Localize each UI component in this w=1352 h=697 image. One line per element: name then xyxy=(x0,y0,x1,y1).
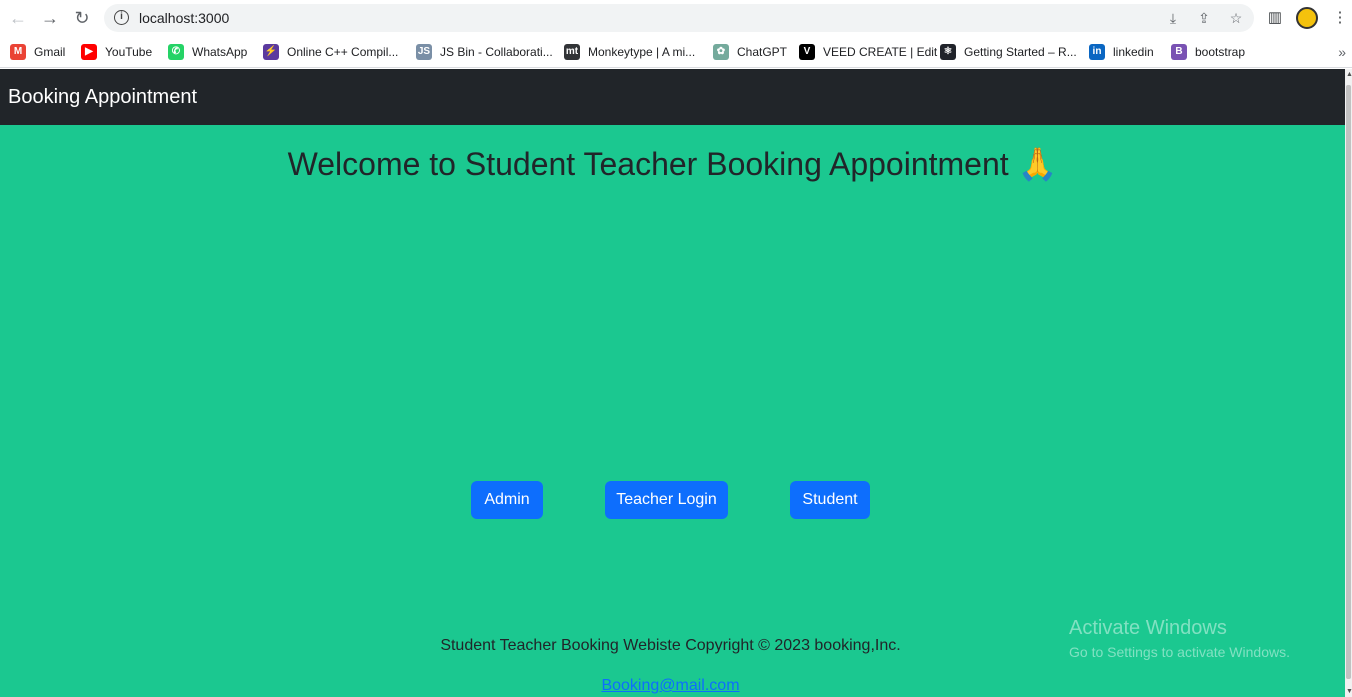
bookmark-label: ChatGPT xyxy=(737,45,788,59)
chatgpt-icon: ✿ xyxy=(713,44,729,60)
address-url[interactable]: localhost:3000 xyxy=(139,10,229,26)
student-button[interactable]: Student xyxy=(790,481,870,519)
bookmark-item[interactable]: ⚛ Getting Started – R... xyxy=(940,43,1077,61)
navbar-brand[interactable]: Booking Appointment xyxy=(8,86,197,109)
bookmark-label: JS Bin - Collaborati... xyxy=(440,45,553,59)
install-app-icon[interactable]: ⤓ xyxy=(1164,9,1182,27)
bookmark-label: bootstrap xyxy=(1195,45,1246,59)
address-bar[interactable]: i localhost:3000 ⤓ ⇪ ☆ xyxy=(104,4,1254,32)
bookmark-label: Online C++ Compil... xyxy=(287,45,399,59)
bookmark-label: linkedin xyxy=(1113,45,1154,59)
bookmark-item[interactable]: ✿ ChatGPT xyxy=(713,43,787,61)
browser-menu-icon[interactable]: ⋮ xyxy=(1328,6,1352,30)
bookmark-label: VEED CREATE | Edit xyxy=(823,45,938,59)
reload-icon[interactable]: ↻ xyxy=(70,6,94,30)
bookmark-star-icon[interactable]: ☆ xyxy=(1227,9,1245,27)
browser-toolbar: ← → ↻ i localhost:3000 ⤓ ⇪ ☆ ▥ ⋮ xyxy=(0,0,1352,36)
teacher-login-button[interactable]: Teacher Login xyxy=(605,481,728,519)
bookmark-label: YouTube xyxy=(105,45,153,59)
forward-arrow-icon[interactable]: → xyxy=(38,6,62,30)
profile-avatar[interactable] xyxy=(1296,7,1318,29)
windows-activation-watermark: Activate Windows Go to Settings to activ… xyxy=(1069,617,1290,660)
page-scrollbar[interactable]: ▲ ▼ xyxy=(1345,69,1352,697)
scrollbar-thumb[interactable] xyxy=(1346,85,1351,679)
page-title: Welcome to Student Teacher Booking Appoi… xyxy=(287,146,1058,182)
bookmark-item[interactable]: Bbootstrap xyxy=(1171,43,1245,61)
bookmark-item[interactable]: ⚡ Online C++ Compil... xyxy=(263,43,398,61)
share-icon[interactable]: ⇪ xyxy=(1195,9,1213,27)
bookmark-item[interactable]: V VEED CREATE | Edit xyxy=(799,43,937,61)
bookmark-item[interactable]: in linkedin xyxy=(1089,43,1154,61)
bookmark-label: Monkeytype | A mi... xyxy=(588,45,696,59)
jsbin-icon: JS xyxy=(416,44,432,60)
bookmark-item[interactable]: ▶ YouTube xyxy=(81,43,152,61)
footer-email-link[interactable]: Booking@mail.com xyxy=(0,677,1341,695)
admin-button[interactable]: Admin xyxy=(471,481,543,519)
monkeytype-icon: mt xyxy=(564,44,580,60)
gmail-icon: M xyxy=(10,44,26,60)
bookmark-label: Gmail xyxy=(34,45,66,59)
veed-icon: V xyxy=(799,44,815,60)
watermark-subtitle: Go to Settings to activate Windows. xyxy=(1069,644,1290,660)
bookmark-item[interactable]: JS JS Bin - Collaborati... xyxy=(416,43,553,61)
scroll-up-icon[interactable]: ▲ xyxy=(1346,71,1352,78)
replit-icon: ⚡ xyxy=(263,44,279,60)
watermark-title: Activate Windows xyxy=(1069,617,1227,639)
side-panel-icon[interactable]: ▥ xyxy=(1263,6,1287,30)
top-navbar: Booking Appointment xyxy=(0,69,1345,125)
linkedin-icon: in xyxy=(1089,44,1105,60)
bootstrap-icon: B xyxy=(1171,44,1187,60)
back-arrow-icon[interactable]: ← xyxy=(6,6,30,30)
bookmark-item[interactable]: ✆ WhatsApp xyxy=(168,43,247,61)
bookmarks-bar: M Gmail ▶ YouTube ✆ WhatsApp ⚡ Online C++ Compi… xyxy=(0,36,1352,68)
bookmark-item[interactable]: M Gmail xyxy=(10,43,65,61)
bookmark-label: WhatsApp xyxy=(192,45,248,59)
youtube-icon: ▶ xyxy=(81,44,97,60)
bookmark-item[interactable]: mt Monkeytype | A mi... xyxy=(564,43,695,61)
whatsapp-icon: ✆ xyxy=(168,44,184,60)
more-bookmarks-icon[interactable]: » xyxy=(1338,44,1346,60)
site-info-icon[interactable]: i xyxy=(114,10,129,25)
react-icon: ⚛ xyxy=(940,44,956,60)
scroll-down-icon[interactable]: ▼ xyxy=(1346,688,1352,695)
page-body: Booking Appointment Welcome to Student T… xyxy=(0,69,1345,697)
bookmark-label: Getting Started – R... xyxy=(964,45,1077,59)
